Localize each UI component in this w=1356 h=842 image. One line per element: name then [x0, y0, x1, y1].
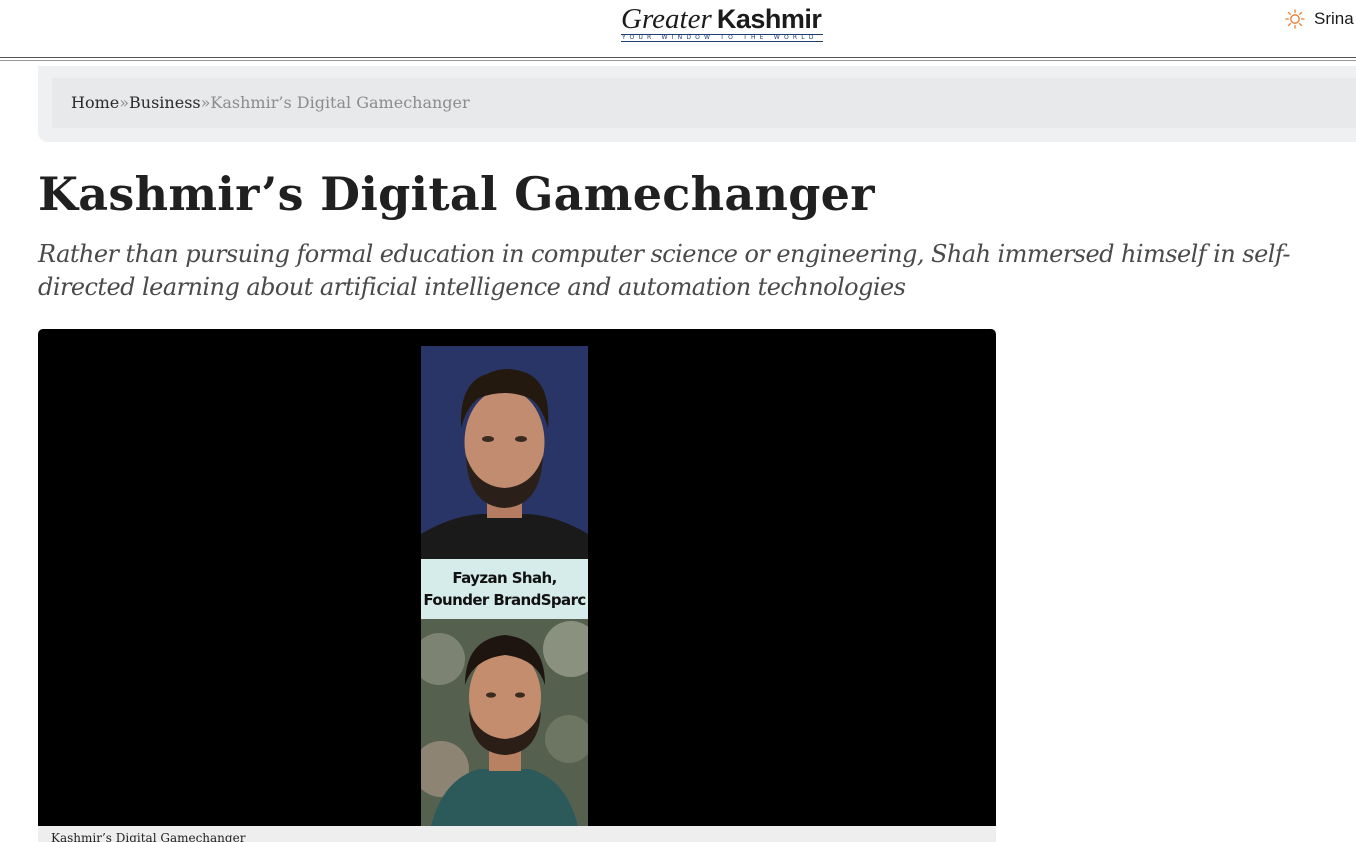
article-featured-image[interactable]: Fayzan Shah, Founder BrandSparc — [38, 329, 996, 826]
logo-kashmir-text: Kashmir — [716, 4, 822, 34]
site-logo[interactable]: Greater Kashmir YOUR WINDOW TO THE WORLD — [621, 4, 826, 44]
portrait-photo-bottom — [421, 619, 588, 826]
header-divider — [0, 57, 1356, 58]
sun-icon — [1285, 9, 1305, 29]
photo-collage: Fayzan Shah, Founder BrandSparc — [421, 346, 588, 826]
image-caption-bar: Kashmir’s Digital Gamechanger — [38, 826, 996, 842]
breadcrumb-business-link[interactable]: Business — [129, 93, 201, 112]
image-caption: Kashmir’s Digital Gamechanger — [51, 831, 246, 842]
breadcrumb-separator: » — [119, 93, 130, 112]
name-card: Fayzan Shah, Founder BrandSparc — [421, 559, 588, 619]
site-header: Greater Kashmir YOUR WINDOW TO THE WORLD — [0, 0, 1356, 61]
breadcrumb: Home»Business»Kashmir’s Digital Gamechan… — [71, 92, 470, 114]
weather-widget[interactable]: Srina — [1285, 8, 1354, 30]
logo-wordmark: Greater Kashmir — [621, 4, 826, 34]
name-card-line: Fayzan Shah, — [452, 569, 557, 587]
article-subtitle: Rather than pursuing formal education in… — [38, 240, 1290, 301]
weather-city: Srina — [1314, 9, 1354, 28]
name-card-line: Founder BrandSparc — [423, 591, 586, 609]
breadcrumb-separator: » — [200, 93, 211, 112]
logo-greater-text: Greater — [621, 3, 712, 35]
breadcrumb-current: Kashmir’s Digital Gamechanger — [210, 93, 470, 112]
header-divider-secondary — [0, 60, 1356, 61]
breadcrumb-home-link[interactable]: Home — [71, 93, 119, 112]
logo-tagline: YOUR WINDOW TO THE WORLD — [621, 34, 823, 42]
article-title: Kashmir’s Digital Gamechanger — [38, 167, 875, 221]
portrait-photo-top — [421, 346, 588, 559]
